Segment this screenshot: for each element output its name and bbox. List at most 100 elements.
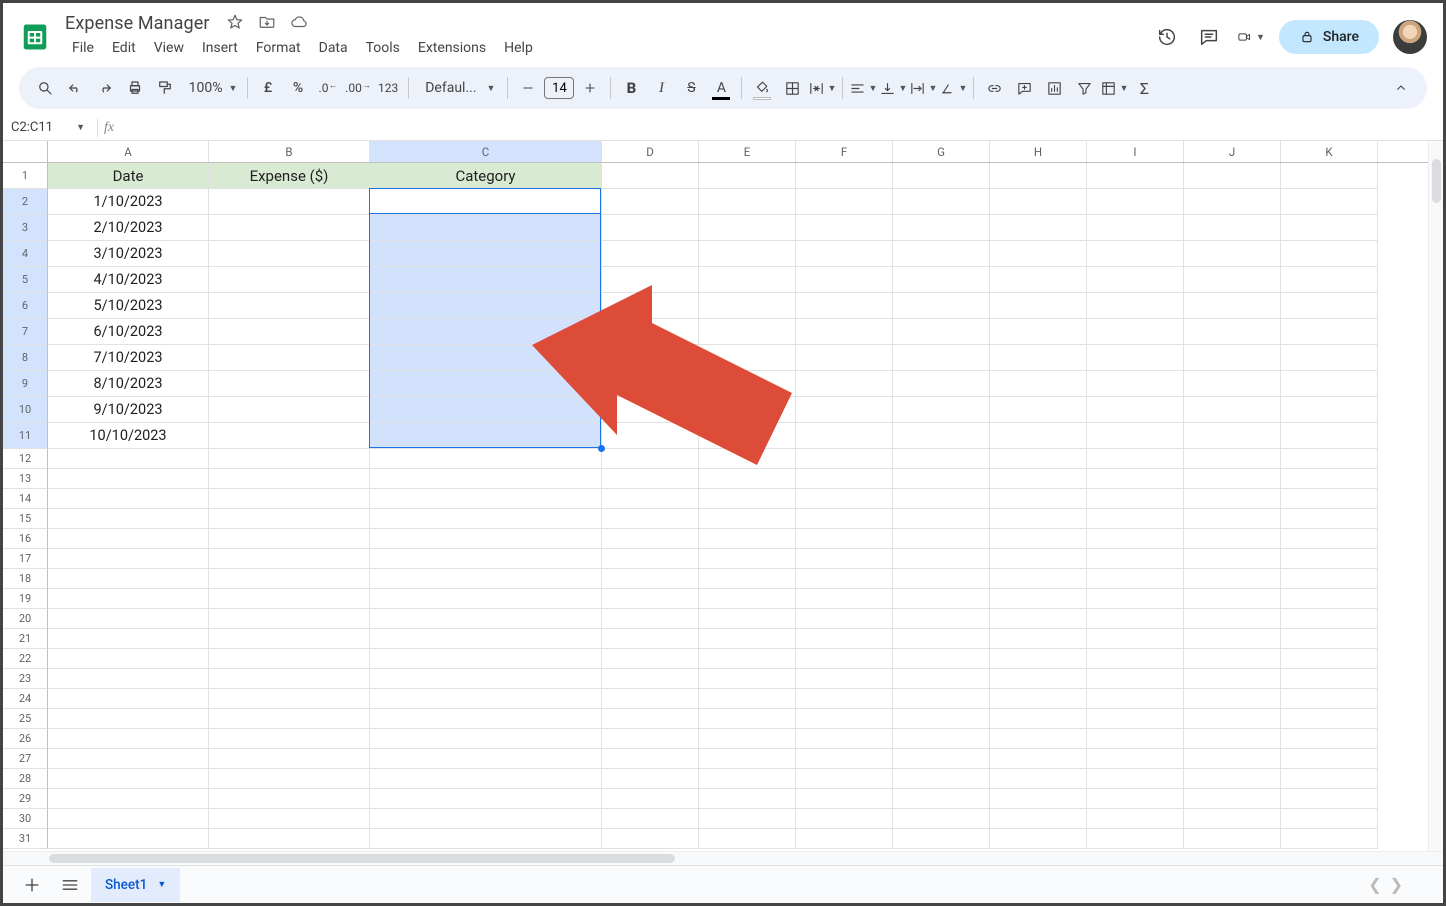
- cell[interactable]: [990, 689, 1087, 709]
- cell[interactable]: [1281, 267, 1378, 293]
- menu-edit[interactable]: Edit: [103, 36, 145, 60]
- cell[interactable]: [48, 709, 209, 729]
- cell[interactable]: [1087, 629, 1184, 649]
- col-header-H[interactable]: H: [990, 141, 1087, 162]
- cell[interactable]: [990, 397, 1087, 423]
- row-header[interactable]: 13: [3, 469, 48, 489]
- cell[interactable]: [370, 293, 602, 319]
- cell[interactable]: [602, 769, 699, 789]
- cell[interactable]: [796, 397, 893, 423]
- cell[interactable]: [796, 345, 893, 371]
- cell[interactable]: [796, 241, 893, 267]
- cell[interactable]: [990, 241, 1087, 267]
- cell[interactable]: [48, 789, 209, 809]
- cell[interactable]: [48, 569, 209, 589]
- cell[interactable]: [990, 319, 1087, 345]
- cell[interactable]: [796, 809, 893, 829]
- horizontal-scrollbar[interactable]: [3, 851, 1443, 865]
- cell[interactable]: [370, 609, 602, 629]
- cell[interactable]: [48, 749, 209, 769]
- fill-color-icon[interactable]: [748, 74, 776, 102]
- cell[interactable]: [796, 749, 893, 769]
- cell[interactable]: [1281, 509, 1378, 529]
- cell[interactable]: Expense ($): [209, 163, 370, 189]
- cell[interactable]: [796, 589, 893, 609]
- cell[interactable]: [209, 649, 370, 669]
- cell[interactable]: [893, 589, 990, 609]
- cell[interactable]: [1184, 371, 1281, 397]
- cell[interactable]: [893, 749, 990, 769]
- cell[interactable]: [602, 423, 699, 449]
- cell[interactable]: [48, 509, 209, 529]
- cell[interactable]: [370, 449, 602, 469]
- cell[interactable]: [699, 449, 796, 469]
- cell[interactable]: [893, 319, 990, 345]
- cell[interactable]: [699, 709, 796, 729]
- cell[interactable]: [370, 267, 602, 293]
- cell[interactable]: [699, 529, 796, 549]
- cell[interactable]: [48, 589, 209, 609]
- cell[interactable]: [1087, 809, 1184, 829]
- cell[interactable]: 1/10/2023: [48, 189, 209, 215]
- cell[interactable]: [1281, 609, 1378, 629]
- cell[interactable]: [1281, 397, 1378, 423]
- cell[interactable]: [209, 709, 370, 729]
- name-box[interactable]: C2:C11▼: [11, 120, 91, 135]
- cell[interactable]: [893, 293, 990, 319]
- menu-data[interactable]: Data: [310, 36, 357, 60]
- cell[interactable]: [893, 669, 990, 689]
- cell[interactable]: [48, 449, 209, 469]
- cell[interactable]: [370, 809, 602, 829]
- cell[interactable]: [370, 589, 602, 609]
- cell[interactable]: [990, 729, 1087, 749]
- cell[interactable]: [893, 629, 990, 649]
- cell[interactable]: [209, 669, 370, 689]
- cell[interactable]: [1184, 709, 1281, 729]
- print-icon[interactable]: [121, 74, 149, 102]
- menu-insert[interactable]: Insert: [193, 36, 247, 60]
- cell[interactable]: [209, 241, 370, 267]
- cell[interactable]: [1184, 569, 1281, 589]
- row-header[interactable]: 10: [3, 397, 48, 423]
- cell[interactable]: [796, 709, 893, 729]
- cell[interactable]: [699, 789, 796, 809]
- col-header-F[interactable]: F: [796, 141, 893, 162]
- paint-format-icon[interactable]: [151, 74, 179, 102]
- cell[interactable]: 6/10/2023: [48, 319, 209, 345]
- cell[interactable]: [796, 789, 893, 809]
- row-header[interactable]: 14: [3, 489, 48, 509]
- cell[interactable]: [209, 293, 370, 319]
- cell[interactable]: [699, 669, 796, 689]
- cell[interactable]: [1087, 267, 1184, 293]
- decrease-font-icon[interactable]: [514, 74, 542, 102]
- cell[interactable]: [699, 729, 796, 749]
- row-header[interactable]: 9: [3, 371, 48, 397]
- row-header[interactable]: 4: [3, 241, 48, 267]
- increase-decimal-icon[interactable]: .00→: [344, 74, 372, 102]
- cell[interactable]: [1281, 809, 1378, 829]
- cell[interactable]: [370, 423, 602, 449]
- cell[interactable]: [1087, 189, 1184, 215]
- menu-extensions[interactable]: Extensions: [409, 36, 495, 60]
- cell[interactable]: [602, 163, 699, 189]
- search-menus-icon[interactable]: [31, 74, 59, 102]
- cell[interactable]: [370, 549, 602, 569]
- cell[interactable]: [699, 215, 796, 241]
- cell[interactable]: [602, 649, 699, 669]
- strikethrough-icon[interactable]: S: [677, 74, 705, 102]
- cell[interactable]: [796, 489, 893, 509]
- cell[interactable]: [48, 649, 209, 669]
- cell[interactable]: 4/10/2023: [48, 267, 209, 293]
- cell[interactable]: [209, 529, 370, 549]
- cell[interactable]: [602, 809, 699, 829]
- cell[interactable]: [990, 529, 1087, 549]
- cell[interactable]: [370, 569, 602, 589]
- doc-title[interactable]: Expense Manager: [59, 11, 214, 34]
- cell[interactable]: 5/10/2023: [48, 293, 209, 319]
- select-all-corner[interactable]: [3, 141, 48, 162]
- cell[interactable]: [990, 423, 1087, 449]
- halign-icon[interactable]: ▼: [849, 74, 877, 102]
- cell[interactable]: [893, 345, 990, 371]
- cell[interactable]: [48, 469, 209, 489]
- row-header[interactable]: 24: [3, 689, 48, 709]
